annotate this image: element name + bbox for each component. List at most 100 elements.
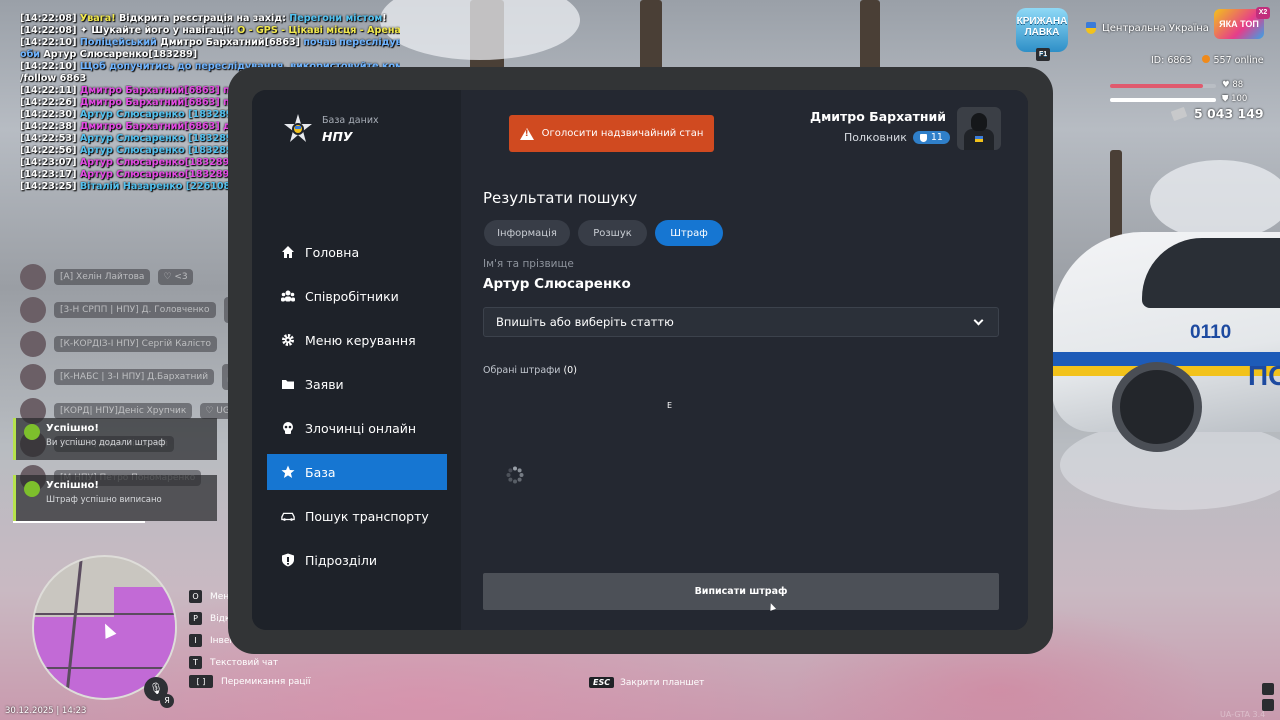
keybind-hint: O Мені xyxy=(189,590,232,603)
chat-text: Відкрита реєстрація на захід: xyxy=(118,13,290,24)
close-tablet-label: Закрити планшет xyxy=(620,677,705,688)
notification-text: Ви успішно додали штраф xyxy=(46,438,166,448)
chat-timestamp: [14:22:56] xyxy=(20,145,77,156)
chat-text: Увага! xyxy=(76,13,119,24)
name-value: Артур Слюсаренко xyxy=(483,276,631,292)
chat-text: Віталій Назаренко [226108] xyxy=(76,181,235,192)
cash-icon xyxy=(1170,106,1188,121)
chevron-down-icon xyxy=(973,315,984,325)
users-icon xyxy=(281,289,295,303)
gear-icon xyxy=(281,333,295,347)
issue-fine-button-label: Виписати штраф xyxy=(694,586,788,597)
notification-title: Успішно! xyxy=(46,480,99,491)
voice-list-item: [А] Хелін Лайтова ♡ <3 xyxy=(20,260,255,294)
chat-text: ✦ Шукайте його у навігації: xyxy=(76,25,238,36)
chat-timestamp: [14:22:11] xyxy=(20,85,77,96)
user-name: Дмитро Бархатний xyxy=(809,109,946,124)
chat-timestamp: [14:22:38] xyxy=(20,121,77,132)
user-rank-label: Полковник xyxy=(844,131,907,144)
armor-bar xyxy=(1110,98,1216,102)
keybind-label: Текстовий чат xyxy=(210,657,279,668)
tab-fine[interactable]: Штраф xyxy=(655,220,723,246)
sidebar-item-label: База xyxy=(305,464,336,480)
chat-text: Артур Слюсаренко [183289] xyxy=(76,145,237,156)
chat-text: Артур Слюсаренко [183289] xyxy=(76,133,237,144)
armor-value: ⛊ 100 xyxy=(1222,94,1248,104)
chat-timestamp: [14:22:08] xyxy=(20,25,77,36)
bonus-logo-text: ЯКА ТОП xyxy=(1219,19,1259,29)
warning-icon xyxy=(519,127,534,140)
event-logo-key: F1 xyxy=(1036,48,1051,61)
chat-timestamp: [14:22:53] xyxy=(20,133,77,144)
voice-list-item: [К-КОРДІЗ-І НПУ] Сергій Калісто xyxy=(20,327,255,361)
keybind-key: [ ] xyxy=(189,675,213,688)
health-bar-fill xyxy=(1110,84,1204,88)
voice-player-name: [КОРД| НПУ]Деніс Хрупчик xyxy=(54,402,193,419)
coin-icon xyxy=(1201,55,1210,63)
notification-progress xyxy=(13,521,145,523)
chat-line: оби Артур Слюсаренко[183289] xyxy=(20,49,400,61)
check-icon xyxy=(24,424,40,440)
police-star-icon xyxy=(284,114,312,142)
sidebar-item-label: Меню керування xyxy=(305,332,416,348)
health-value: ♥ 88 xyxy=(1222,80,1244,90)
police-car: 0110 ПО xyxy=(1052,232,1280,452)
rank-badge: 11 xyxy=(912,131,950,144)
sidebar-item-database[interactable]: База xyxy=(267,454,447,490)
brand-subtitle: База даних xyxy=(322,115,379,126)
voice-player-name: [А] Хелін Лайтова xyxy=(54,268,151,285)
text-cursor: E xyxy=(667,401,673,410)
sidebar-item-home[interactable]: Головна xyxy=(267,234,447,270)
multiplier-badge: X2 xyxy=(1256,7,1270,19)
close-tablet-hint[interactable]: ESC Закрити планшет xyxy=(589,677,704,688)
date-time: 30.12.2025 | 14:23 xyxy=(5,706,87,716)
chat-timestamp: [14:22:08] xyxy=(20,13,77,24)
tab-wanted[interactable]: Розшук xyxy=(578,220,647,246)
sidebar-item-control-menu[interactable]: Меню керування xyxy=(267,322,447,358)
sidebar-item-label: Пошук транспорту xyxy=(305,508,429,524)
voice-avatar xyxy=(20,364,46,391)
article-select[interactable]: Впишіть або виберіть статтю xyxy=(483,307,999,337)
issue-fine-button[interactable]: Виписати штраф xyxy=(483,573,999,610)
check-icon xyxy=(24,481,40,497)
esc-key: ESC xyxy=(589,677,615,688)
chat-text: Перегони містом xyxy=(289,13,383,24)
sidebar-item-label: Злочинці онлайн xyxy=(305,420,417,436)
emergency-button[interactable]: Оголосити надзвичайний стан xyxy=(509,115,714,152)
emergency-button-label: Оголосити надзвичайний стан xyxy=(541,128,704,139)
sidebar-item-vehicle-search[interactable]: Пошук транспорту xyxy=(267,498,447,534)
chat-text: оби xyxy=(20,49,44,60)
chat-text: Дмитро Бархатний[6863] xyxy=(160,37,304,48)
keybind-hint: P Відк xyxy=(189,612,230,625)
online-count: 557 online xyxy=(1213,55,1264,66)
event-logo: КРИЖАНА ЛАВКА F1 xyxy=(1016,8,1068,61)
server-shield-icon xyxy=(1086,22,1096,34)
chat-timestamp: [14:22:10] xyxy=(20,37,77,48)
chat-text: /follow 6863 xyxy=(20,73,87,84)
sidebar-item-criminals-online[interactable]: Злочинці онлайн xyxy=(267,410,447,446)
chat-line: [14:22:08] ✦ Шукайте його у навігації: O… xyxy=(20,25,400,37)
keybind-key: O xyxy=(189,590,202,603)
tab-information[interactable]: Інформація xyxy=(484,220,570,246)
sidebar-item-employees[interactable]: Співробітники xyxy=(267,278,447,314)
chat-text: Поліцейський xyxy=(76,37,161,48)
armor-bar-fill xyxy=(1110,98,1216,102)
tab-label: Інформація xyxy=(497,227,557,239)
chat-timestamp: [14:22:10] xyxy=(20,61,77,72)
keybind-key: T xyxy=(189,656,202,669)
keybind-key: P xyxy=(189,612,202,625)
sidebar-item-units[interactable]: Підрозділи xyxy=(267,542,447,578)
shield-icon xyxy=(281,553,295,567)
chat-timestamp: [14:23:25] xyxy=(20,181,77,192)
voice-player-name: [3-Н СРПП | НПУ] Д. Головченко xyxy=(54,302,216,319)
chat-timestamp: [14:23:07] xyxy=(20,157,77,168)
chat-timestamp: [14:23:17] xyxy=(20,169,77,180)
chat-line: [14:22:10] Поліцейський Дмитро Бархатний… xyxy=(20,37,400,49)
voice-player-name: [К-КОРДІЗ-І НПУ] Сергій Калісто xyxy=(54,335,217,352)
home-icon xyxy=(281,245,295,259)
selected-fines-count: (0) xyxy=(563,365,577,376)
sidebar-item-applications[interactable]: Заяви xyxy=(267,366,447,402)
language-indicator: Я xyxy=(160,694,174,708)
main-panel xyxy=(461,90,1028,630)
voice-avatar xyxy=(20,297,46,324)
